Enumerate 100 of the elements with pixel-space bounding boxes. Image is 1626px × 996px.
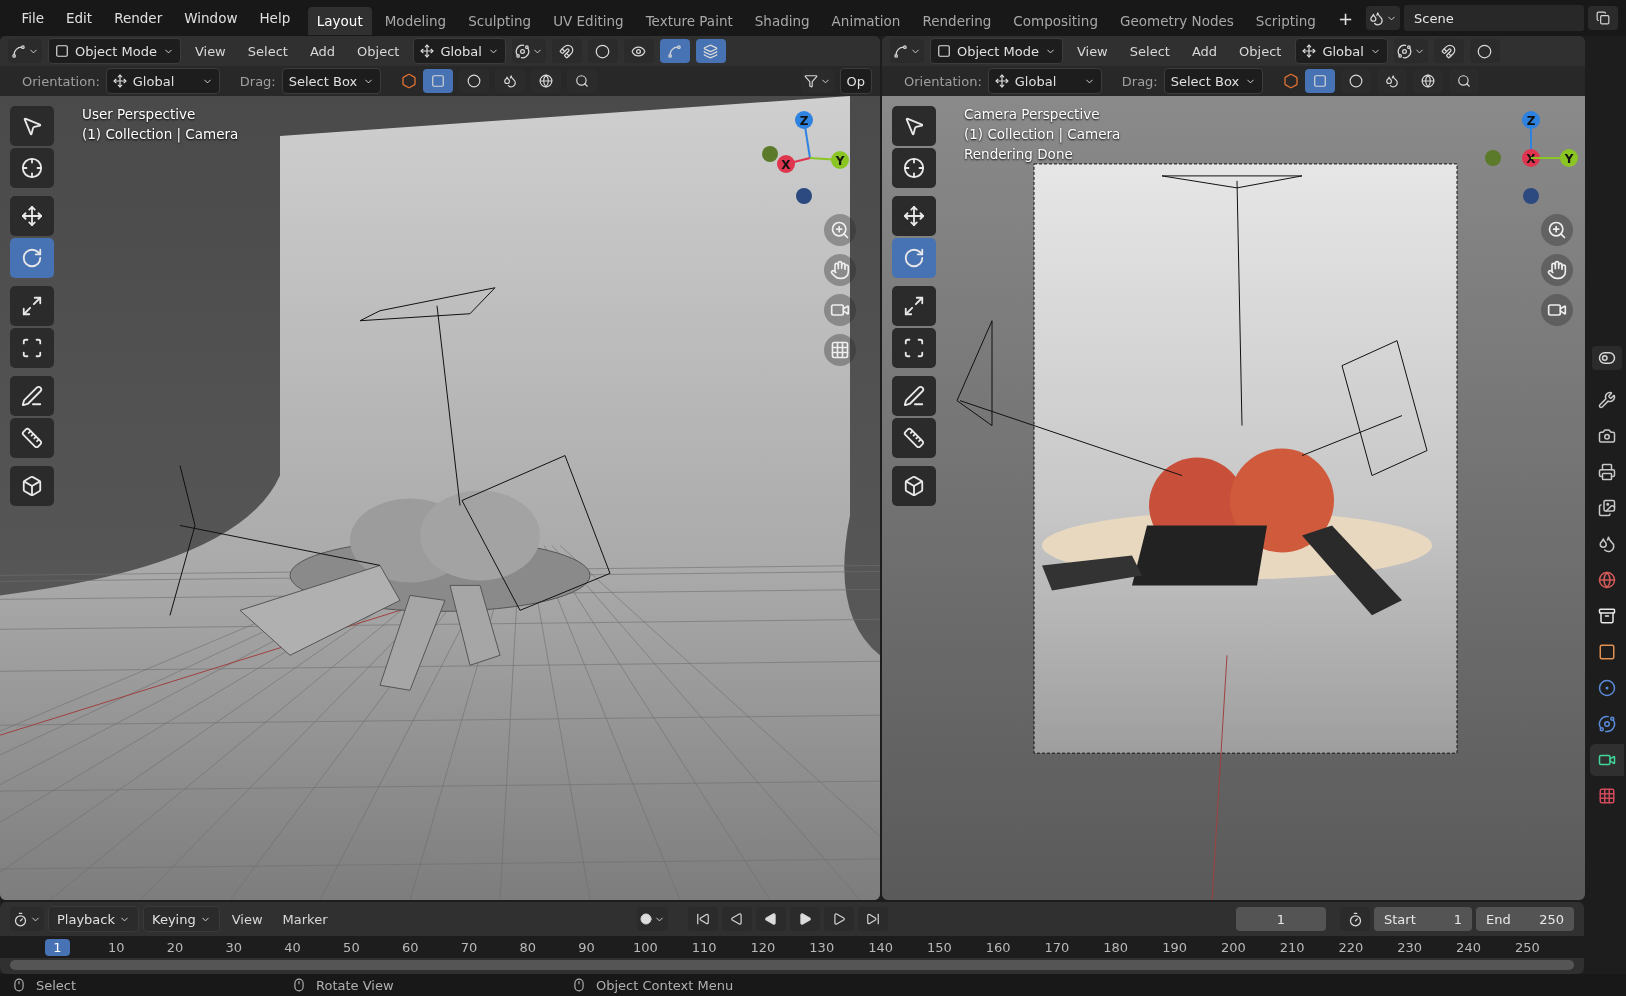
globe-icon: [1597, 571, 1616, 589]
transform-orientation-dropdown[interactable]: Global: [413, 38, 506, 64]
camera-view-button[interactable]: [1541, 294, 1573, 326]
pivot-button[interactable]: [511, 39, 546, 63]
proportional-edit-toggle[interactable]: [587, 39, 618, 63]
gizmo-toggle[interactable]: [659, 39, 690, 63]
current-frame-field[interactable]: 1: [1236, 907, 1326, 931]
select-mode-button[interactable]: [423, 69, 454, 93]
end-frame-field[interactable]: End 250: [1476, 907, 1574, 931]
stopwatch-button[interactable]: [1340, 907, 1370, 931]
select-box-tool[interactable]: [10, 106, 54, 146]
prev-keyframe-button[interactable]: [722, 907, 752, 931]
workspace-tab[interactable]: Rendering: [913, 7, 1001, 35]
scale-tool[interactable]: [10, 286, 54, 326]
menu-item[interactable]: Window: [175, 6, 247, 30]
zoom-button[interactable]: [1541, 214, 1573, 246]
editor-type-button[interactable]: [8, 39, 42, 63]
pan-button[interactable]: [824, 254, 856, 286]
menu-item[interactable]: Render: [105, 6, 172, 30]
cursor-tool[interactable]: [10, 148, 54, 188]
annotate-tool[interactable]: [892, 376, 936, 416]
workspace-tab[interactable]: Sculpting: [459, 7, 541, 35]
timeline-scrollbar[interactable]: [10, 960, 1574, 970]
copy-button[interactable]: [1588, 6, 1618, 30]
header-menu[interactable]: Add: [1183, 43, 1226, 59]
header-menu[interactable]: Add: [301, 43, 344, 59]
workspace-tab[interactable]: Geometry Nodes: [1111, 7, 1243, 35]
workspace-tab[interactable]: Shading: [745, 7, 819, 35]
editor-type-button[interactable]: [10, 907, 44, 931]
annotate-tool[interactable]: [10, 376, 54, 416]
add-cube-tool[interactable]: [10, 466, 54, 506]
workspace-tab[interactable]: Texture Paint: [636, 7, 742, 35]
timeline-dropdown[interactable]: Keying: [143, 906, 220, 932]
record-button[interactable]: [637, 907, 668, 931]
cursor-tool[interactable]: [892, 148, 936, 188]
pivot-button[interactable]: [1393, 39, 1428, 63]
scale-tool[interactable]: [892, 286, 936, 326]
snap-toggle[interactable]: [551, 39, 582, 63]
snap-toggle[interactable]: [1433, 39, 1464, 63]
workspace-tab[interactable]: Scripting: [1246, 7, 1325, 35]
menu-item[interactable]: Help: [250, 6, 300, 30]
circle-icon: [467, 74, 482, 88]
workspace-tab[interactable]: UV Editing: [544, 7, 633, 35]
scene-selector-button[interactable]: [1366, 6, 1400, 30]
grid-view-button[interactable]: [824, 334, 856, 366]
transform-orientation-dropdown[interactable]: Global: [1295, 38, 1388, 64]
ruler-icon: [903, 427, 925, 449]
measure-tool[interactable]: [892, 418, 936, 458]
transform-tool[interactable]: [892, 328, 936, 368]
menu-item[interactable]: File: [12, 6, 53, 30]
workspace-tab[interactable]: Layout: [307, 7, 372, 35]
header-menu[interactable]: Object: [349, 43, 408, 59]
timeline-dropdown[interactable]: Playback: [48, 906, 139, 932]
editor-type-button[interactable]: [890, 39, 924, 63]
add-workspace-button[interactable]: +: [1328, 3, 1362, 33]
mode-dropdown[interactable]: Object Mode: [48, 38, 181, 64]
camera-data-tab[interactable]: [1589, 744, 1624, 776]
timeline-menu[interactable]: View: [223, 911, 271, 927]
move-tool[interactable]: [10, 196, 54, 236]
orientation-dropdown[interactable]: Global: [987, 68, 1102, 94]
jump-start-button[interactable]: [688, 907, 718, 931]
camera-view-button[interactable]: [824, 294, 856, 326]
play-reverse-button[interactable]: [756, 907, 786, 931]
proportional-edit-toggle[interactable]: [1469, 39, 1500, 63]
menu-item[interactable]: Edit: [57, 6, 102, 30]
start-frame-field[interactable]: Start 1: [1374, 907, 1472, 931]
next-keyframe-button[interactable]: [824, 907, 854, 931]
toggle-button[interactable]: [1591, 346, 1622, 370]
scene-field[interactable]: Scene: [1404, 5, 1584, 31]
rotate-tool[interactable]: [10, 238, 54, 278]
mode-dropdown[interactable]: Object Mode: [930, 38, 1063, 64]
jump-end-button[interactable]: [858, 907, 888, 931]
workspace-tab[interactable]: Animation: [822, 7, 910, 35]
header-menu[interactable]: Select: [1121, 43, 1178, 59]
measure-tool[interactable]: [10, 418, 54, 458]
workspace-tab[interactable]: Modeling: [375, 7, 456, 35]
timeline-menu[interactable]: Marker: [274, 911, 336, 927]
header-menu[interactable]: View: [186, 43, 234, 59]
transform-tool[interactable]: [10, 328, 54, 368]
overlay-toggle[interactable]: [695, 39, 726, 63]
orientation-dropdown[interactable]: Global: [105, 68, 220, 94]
header-menu[interactable]: View: [1068, 43, 1116, 59]
stopwatch-icon: [1347, 911, 1363, 927]
header-menu[interactable]: Select: [239, 43, 296, 59]
pan-button[interactable]: [1541, 254, 1573, 286]
frame-number: 30: [224, 938, 244, 956]
options-dropdown[interactable]: Op: [839, 68, 872, 94]
visibility-toggle[interactable]: [623, 39, 654, 63]
workspace-tab[interactable]: Compositing: [1004, 7, 1107, 35]
rotate-tool[interactable]: [892, 238, 936, 278]
zoom-button[interactable]: [824, 214, 856, 246]
select-mode-button[interactable]: [1305, 69, 1336, 93]
select-box-tool[interactable]: [892, 106, 936, 146]
play-button[interactable]: [790, 907, 820, 931]
add-cube-tool[interactable]: [892, 466, 936, 506]
drag-dropdown[interactable]: Select Box: [1163, 68, 1264, 94]
header-menu[interactable]: Object: [1231, 43, 1290, 59]
drag-dropdown[interactable]: Select Box: [281, 68, 382, 94]
axis-gizmo-drawing[interactable]: Z X Y: [760, 108, 860, 208]
move-tool[interactable]: [892, 196, 936, 236]
